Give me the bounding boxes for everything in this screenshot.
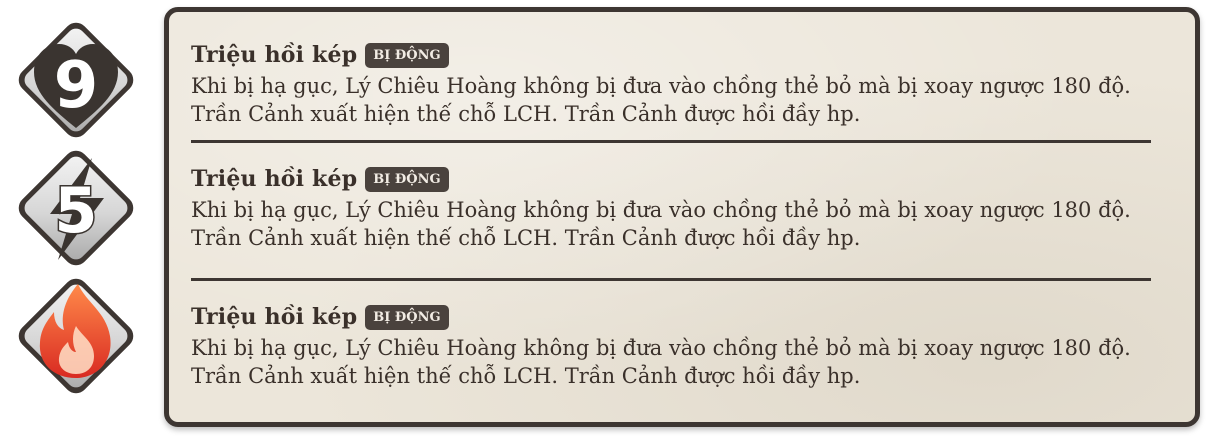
ability-header: Triệu hồi kép BỊ ĐỘNG (191, 162, 1181, 196)
ability-description: Khi bị hạ gục, Lý Chiêu Hoàng không bị đ… (191, 74, 1131, 126)
ability-divider (191, 278, 1151, 281)
element-diamond-badge (18, 278, 134, 394)
element-stat (6, 266, 146, 406)
ability-header: Triệu hồi kép BỊ ĐỘNG (191, 300, 1181, 334)
ability-entry: Triệu hồi kép BỊ ĐỘNG Khi bị hạ gục, Lý … (191, 300, 1181, 390)
ability-description: Khi bị hạ gục, Lý Chiêu Hoàng không bị đ… (191, 336, 1131, 388)
ability-divider (191, 140, 1151, 143)
energy-stat: 5 (6, 138, 146, 278)
ability-name: Triệu hồi kép (191, 42, 358, 68)
passive-tag-badge: BỊ ĐỘNG (365, 304, 449, 330)
passive-tag-badge: BỊ ĐỘNG (365, 42, 449, 68)
hp-stat: 9 (6, 10, 146, 150)
ability-header: Triệu hồi kép BỊ ĐỘNG (191, 38, 1181, 72)
ability-entry: Triệu hồi kép BỊ ĐỘNG Khi bị hạ gục, Lý … (191, 38, 1181, 128)
ability-panel: Triệu hồi kép BỊ ĐỘNG Khi bị hạ gục, Lý … (164, 7, 1200, 427)
ability-name: Triệu hồi kép (191, 166, 358, 192)
ability-name: Triệu hồi kép (191, 304, 358, 330)
passive-tag-badge: BỊ ĐỘNG (365, 166, 449, 192)
card-ability-view: 9 5 Triệu hồi kép BỊ ĐỘNG Khi bị hạ gục,… (0, 0, 1213, 438)
ability-entry: Triệu hồi kép BỊ ĐỘNG Khi bị hạ gục, Lý … (191, 162, 1181, 252)
energy-value: 5 (53, 174, 99, 247)
hp-value: 9 (52, 49, 100, 123)
ability-description: Khi bị hạ gục, Lý Chiêu Hoàng không bị đ… (191, 198, 1131, 250)
